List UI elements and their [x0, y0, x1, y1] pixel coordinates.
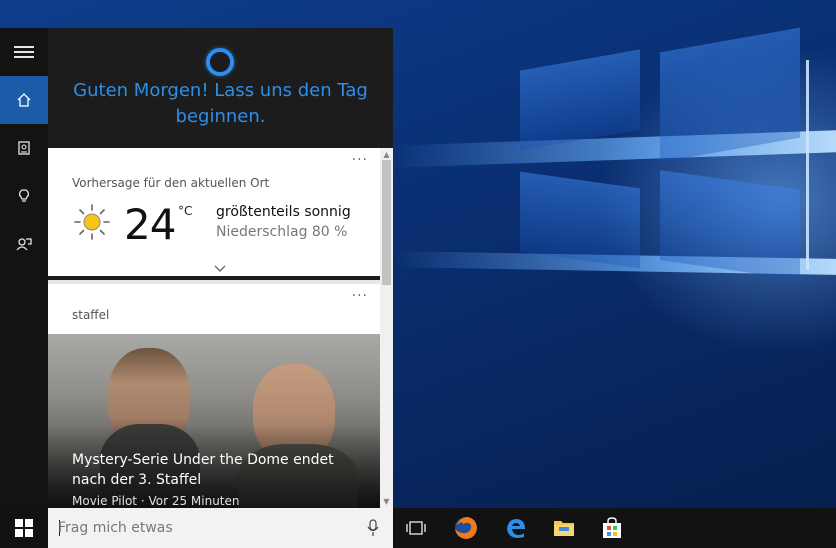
greeting-text: Guten Morgen! Lass uns den Tag beginnen.	[73, 80, 368, 127]
edge-icon[interactable]	[502, 514, 530, 542]
home-icon[interactable]	[0, 76, 48, 124]
windows-logo-icon	[15, 519, 33, 537]
card-divider	[48, 276, 380, 280]
sun-icon	[74, 204, 110, 240]
store-icon[interactable]	[598, 514, 626, 542]
lightbulb-icon[interactable]	[0, 172, 48, 220]
weather-condition: größtenteils sonnig	[216, 204, 351, 220]
cortana-feed[interactable]: ··· Vorhersage für den aktuellen Ort 24 …	[48, 148, 393, 508]
hamburger-icon[interactable]	[0, 28, 48, 76]
scroll-down-icon[interactable]: ▼	[382, 497, 391, 506]
scroll-up-icon[interactable]: ▲	[382, 150, 391, 159]
more-options-icon[interactable]: ···	[352, 288, 368, 304]
cortana-header: Guten Morgen! Lass uns den Tag beginnen.	[48, 28, 393, 148]
temperature-unit: °C	[178, 204, 193, 218]
window-pane	[520, 49, 640, 151]
search-box[interactable]	[48, 508, 393, 548]
cortana-rail	[0, 28, 48, 508]
cortana-ring-icon	[206, 48, 234, 76]
start-button[interactable]	[0, 508, 48, 548]
weather-card-label: Vorhersage für den aktuellen Ort	[72, 176, 270, 190]
cortana-panel: Guten Morgen! Lass uns den Tag beginnen.…	[0, 28, 393, 508]
temperature-value: 24	[124, 200, 176, 249]
window-pane	[520, 171, 640, 269]
news-image[interactable]: Mystery-Serie Under the Dome endet nach …	[48, 334, 380, 508]
firefox-icon[interactable]	[452, 514, 480, 542]
more-options-icon[interactable]: ···	[352, 152, 368, 168]
notebook-icon[interactable]	[0, 124, 48, 172]
news-headline[interactable]: Mystery-Serie Under the Dome endet nach …	[72, 450, 368, 490]
file-explorer-icon[interactable]	[550, 514, 578, 542]
task-view-icon[interactable]	[402, 514, 430, 542]
taskbar	[0, 508, 836, 548]
microphone-icon[interactable]	[367, 519, 379, 537]
feed-scrollbar[interactable]: ▲ ▼	[380, 148, 393, 508]
weather-card[interactable]: ··· Vorhersage für den aktuellen Ort 24 …	[48, 148, 380, 280]
news-card[interactable]: ··· staffel Mystery-Serie Under the Dome…	[48, 284, 380, 508]
scroll-thumb[interactable]	[382, 160, 391, 285]
chevron-down-icon[interactable]	[214, 262, 226, 274]
light-edge	[806, 60, 809, 270]
news-card-label: staffel	[72, 308, 110, 322]
precipitation-text: Niederschlag 80 %	[216, 224, 348, 240]
search-input[interactable]	[58, 516, 358, 540]
news-source: Movie Pilot · Vor 25 Minuten	[72, 494, 240, 508]
feedback-icon[interactable]	[0, 220, 48, 268]
